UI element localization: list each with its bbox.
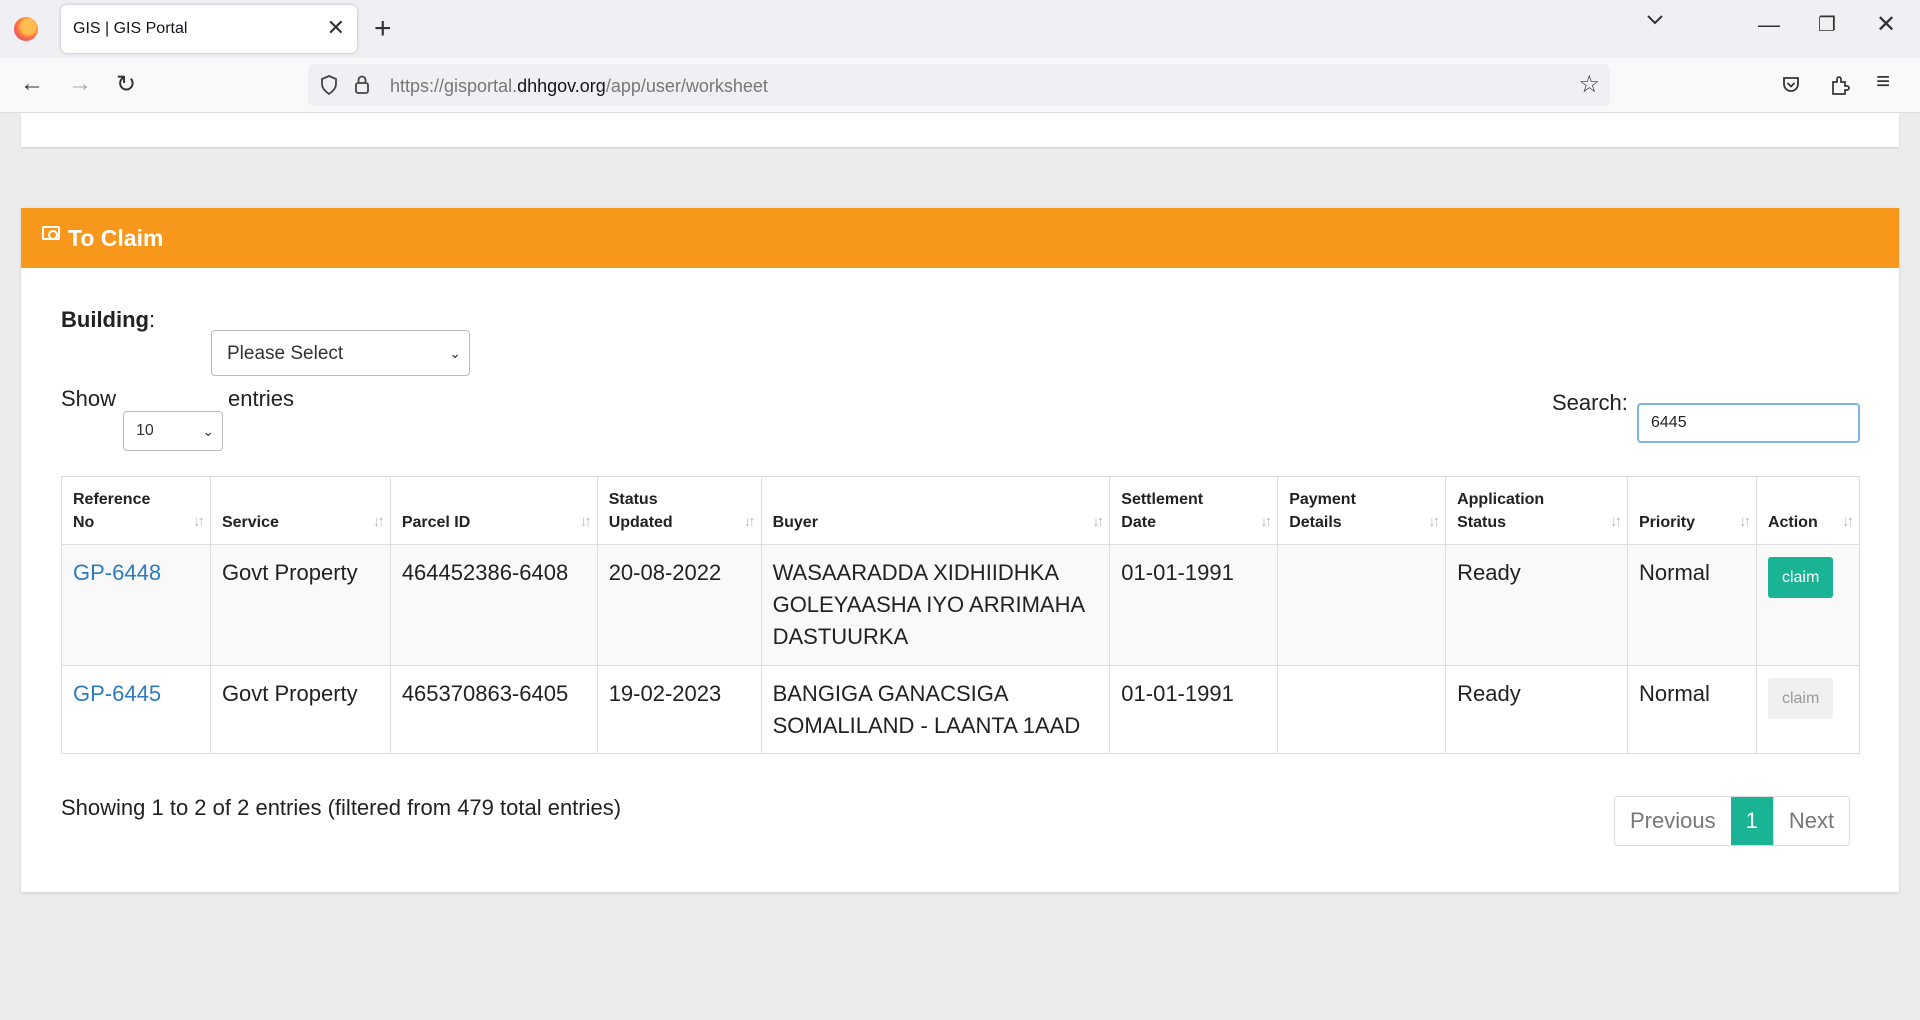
sort-icon: ↓↑	[1610, 513, 1622, 530]
claims-table: Reference No ↓↑ Service ↓↑ Parcel ID ↓↑ Stat…	[61, 476, 1861, 755]
menu-icon[interactable]: ≡	[1876, 68, 1890, 96]
sort-icon: ↓↑	[1842, 513, 1854, 530]
cell-status-updated: 19-02-2023	[596, 664, 762, 755]
table-row: GP-6448 Govt Property 464452386-6408 20-…	[61, 544, 1861, 666]
reference-link[interactable]: GP-6448	[73, 560, 161, 585]
sort-icon: ↓↑	[743, 513, 756, 530]
sort-icon: ↓↑	[1260, 513, 1272, 530]
cell-reference: GP-6445	[61, 664, 211, 755]
chevron-down-icon[interactable]	[1646, 14, 1664, 26]
cell-application-status: Ready	[1445, 544, 1628, 666]
column-header-status-updated[interactable]: Status Updated ↓↑	[596, 476, 762, 545]
shield-icon[interactable]	[320, 75, 338, 95]
lock-icon[interactable]	[354, 74, 370, 94]
entries-select-value: 10	[136, 422, 154, 439]
cell-reference: GP-6448	[61, 544, 211, 666]
cell-service: Govt Property	[209, 664, 391, 755]
search-input[interactable]: 6445	[1637, 403, 1860, 443]
top-card	[21, 113, 1899, 147]
reload-icon[interactable]: ↻	[116, 70, 136, 99]
browser-tab[interactable]: GIS | GIS Portal ✕	[61, 5, 357, 53]
cell-parcel-id: 465370863-6405	[389, 664, 598, 755]
browser-tab-bar: GIS | GIS Portal ✕ + — ❐ ✕	[0, 0, 1920, 58]
table-header-row: Reference No ↓↑ Service ↓↑ Parcel ID ↓↑ Stat…	[61, 476, 1861, 545]
cell-payment-details	[1277, 544, 1447, 666]
table-row: GP-6445 Govt Property 465370863-6405 19-…	[61, 664, 1861, 755]
page-1-button[interactable]: 1	[1730, 797, 1773, 845]
chevron-down-icon: ⌄	[202, 423, 214, 439]
building-select-value: Please Select	[227, 343, 344, 364]
building-select[interactable]: Please Select ⌄	[211, 330, 470, 376]
page-content: To Claim Building: Please Select ⌄ Show …	[0, 113, 1920, 1020]
column-header-payment-details[interactable]: Payment Details ↓↑	[1277, 476, 1447, 545]
camera-icon	[42, 226, 60, 240]
show-label: Show	[61, 386, 117, 411]
previous-button[interactable]: Previous	[1615, 797, 1731, 845]
restore-icon[interactable]: ❐	[1818, 12, 1836, 37]
panel-title: To Claim	[68, 225, 164, 251]
column-header-buyer[interactable]: Buyer ↓↑	[760, 476, 1111, 545]
cell-settlement-date: 01-01-1991	[1109, 664, 1279, 755]
entries-label: entries	[228, 386, 295, 411]
cell-action: claim	[1755, 664, 1861, 755]
tab-title: GIS | GIS Portal	[73, 20, 188, 37]
sort-icon: ↓↑	[1428, 513, 1440, 530]
column-header-settlement-date[interactable]: Settlement Date ↓↑	[1109, 476, 1279, 545]
chevron-down-icon: ⌄	[449, 345, 461, 361]
reference-link[interactable]: GP-6445	[73, 681, 161, 706]
sort-icon: ↓↑	[1092, 513, 1104, 530]
browser-nav-bar: ← → ↻ https://gisportal.dhhgov.org/app/u…	[0, 58, 1920, 113]
column-header-reference-no[interactable]: Reference No ↓↑	[61, 476, 211, 545]
cell-action: claim	[1755, 544, 1861, 666]
forward-icon[interactable]: →	[68, 70, 92, 98]
column-header-parcel-id[interactable]: Parcel ID ↓↑	[389, 476, 598, 545]
next-button[interactable]: Next	[1772, 797, 1849, 845]
pocket-icon[interactable]	[1781, 75, 1801, 95]
close-tab-icon[interactable]: ✕	[327, 15, 345, 41]
panel-header: To Claim	[21, 208, 1899, 268]
column-header-application-status[interactable]: Application Status ↓↑	[1445, 476, 1628, 545]
to-claim-panel: To Claim Building: Please Select ⌄ Show …	[21, 208, 1899, 892]
column-header-priority[interactable]: Priority ↓↑	[1627, 476, 1757, 545]
cell-parcel-id: 464452386-6408	[389, 544, 598, 666]
cell-application-status: Ready	[1445, 664, 1628, 755]
cell-service: Govt Property	[209, 544, 391, 666]
cell-settlement-date: 01-01-1991	[1109, 544, 1279, 666]
search-input-value: 6445	[1651, 414, 1687, 431]
minimize-icon[interactable]: —	[1758, 12, 1780, 38]
sort-icon: ↓↑	[372, 513, 385, 530]
window-close-icon[interactable]: ✕	[1876, 10, 1896, 39]
entries-select[interactable]: 10 ⌄	[123, 411, 223, 451]
extensions-icon[interactable]	[1830, 74, 1850, 96]
claim-button[interactable]: claim	[1767, 677, 1834, 719]
cell-buyer: WASAARADDA XIDHIIDHKA GOLEYAASHA IYO ARR…	[760, 544, 1111, 666]
table-info: Showing 1 to 2 of 2 entries (filtered fr…	[61, 795, 622, 820]
new-tab-icon[interactable]: +	[374, 12, 392, 46]
url-bar[interactable]: https://gisportal.dhhgov.org/app/user/wo…	[308, 64, 1610, 106]
sort-icon: ↓↑	[579, 513, 592, 530]
cell-payment-details	[1277, 664, 1447, 755]
cell-priority: Normal	[1627, 664, 1757, 755]
cell-priority: Normal	[1627, 544, 1757, 666]
back-icon[interactable]: ←	[20, 70, 44, 98]
url-text: https://gisportal.dhhgov.org/app/user/wo…	[390, 76, 768, 96]
claim-button[interactable]: claim	[1767, 557, 1834, 599]
column-header-service[interactable]: Service ↓↑	[209, 476, 391, 545]
search-label: Search:	[1552, 390, 1628, 415]
pagination: Previous 1 Next	[1614, 796, 1851, 846]
building-label: Building:	[61, 307, 156, 332]
firefox-icon[interactable]	[14, 17, 38, 41]
cell-buyer: BANGIGA GANACSIGA SOMALILAND - LAANTA 1A…	[760, 664, 1111, 755]
bookmark-star-icon[interactable]: ☆	[1578, 70, 1600, 99]
cell-status-updated: 20-08-2022	[596, 544, 762, 666]
sort-icon: ↓↑	[1738, 513, 1751, 530]
column-header-action[interactable]: Action ↓↑	[1755, 476, 1861, 545]
sort-icon: ↓↑	[192, 513, 205, 530]
